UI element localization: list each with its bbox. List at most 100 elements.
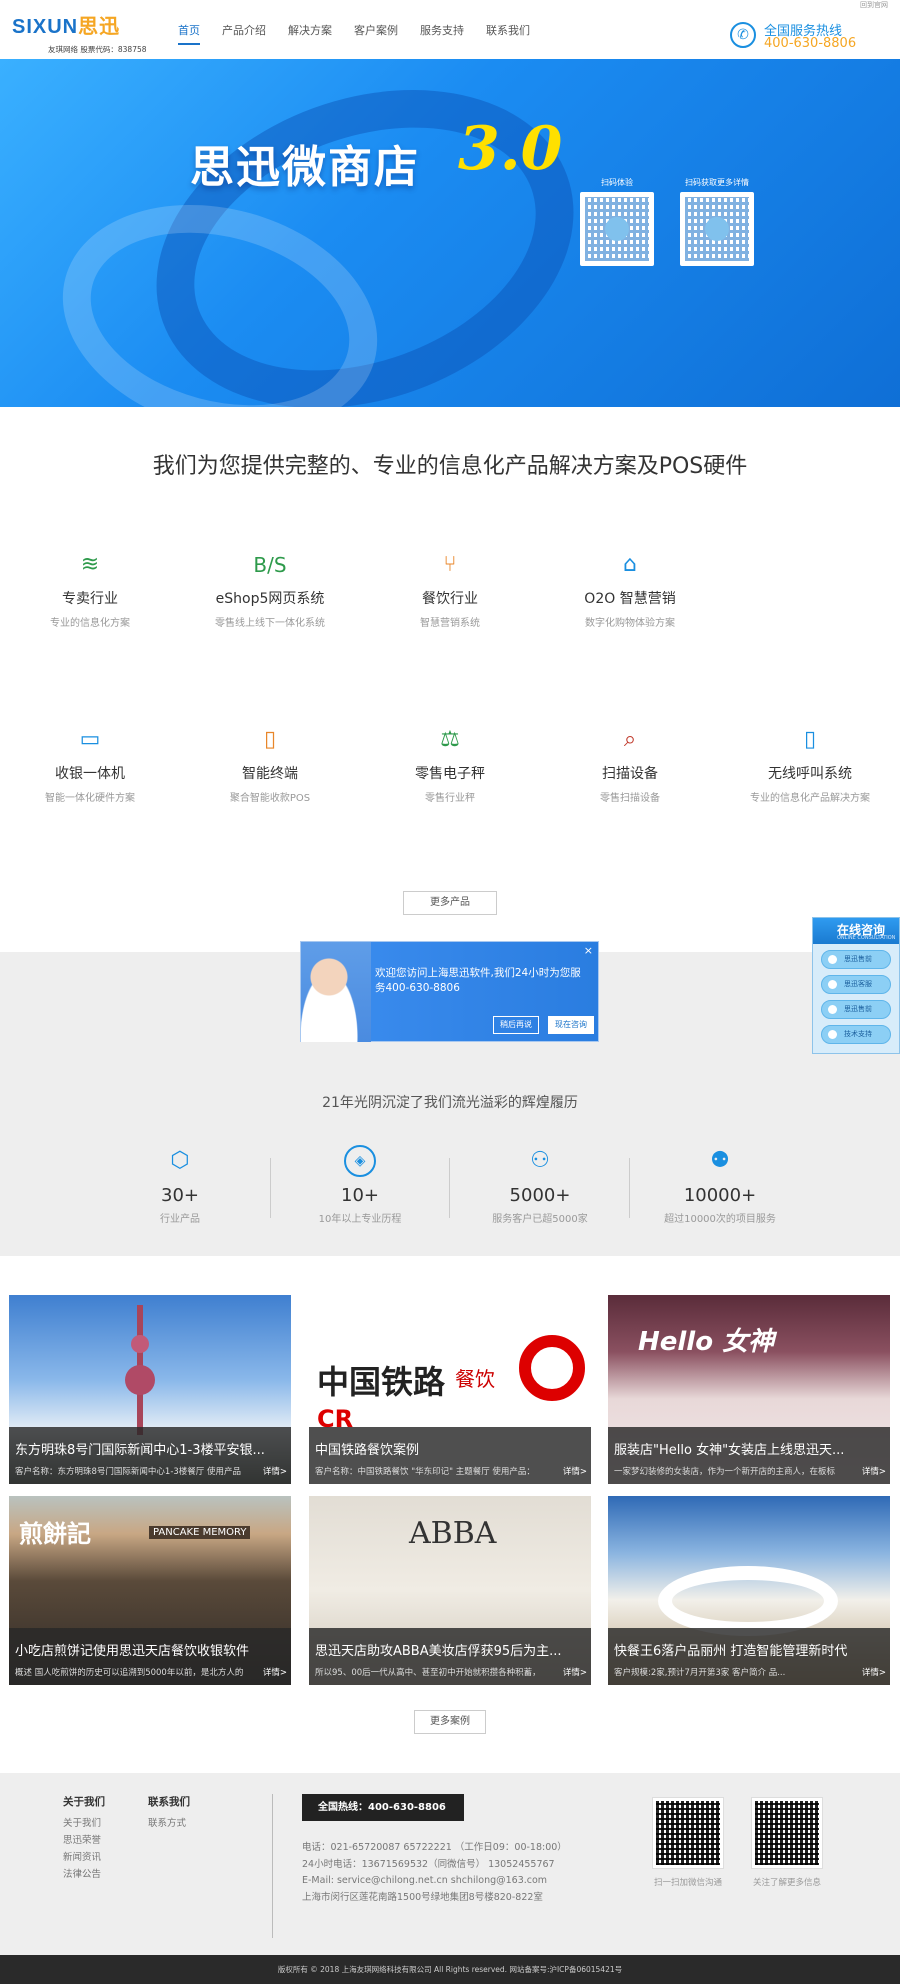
nav-cases[interactable]: 客户案例: [354, 22, 398, 45]
scale-icon: ⚖: [440, 727, 460, 752]
chat-button[interactable]: 思迅售前: [821, 1000, 891, 1019]
section-heading: 我们为您提供完整的、专业的信息化产品解决方案及POS硬件: [152, 454, 748, 479]
footer-link[interactable]: 法律公告: [63, 1866, 105, 1883]
footer-about: 关于我们 关于我们 思迅荣誉 新闻资讯 法律公告: [63, 1794, 105, 1883]
footer-email: E-Mail: service@chilong.net.cn shchilong…: [302, 1875, 548, 1886]
handshake-icon: ⚇: [530, 1148, 550, 1173]
nav-solutions[interactable]: 解决方案: [288, 22, 332, 45]
case-title: 中国铁路餐饮案例: [315, 1443, 420, 1458]
more-products-button[interactable]: 更多产品: [403, 891, 497, 915]
bs-icon: B/S: [253, 553, 287, 577]
case-details-link[interactable]: 详情>: [263, 1666, 287, 1678]
chat-button[interactable]: 思迅售前: [821, 950, 891, 969]
product-name: 无线呼叫系统: [768, 766, 852, 782]
stat-number: 10000+: [683, 1185, 757, 1206]
stat-number: 30+: [161, 1185, 199, 1206]
case-details-link[interactable]: 详情>: [862, 1465, 886, 1477]
case-details-link[interactable]: 详情>: [862, 1666, 886, 1678]
case-desc: 所以95、00后一代从高中、甚至初中开始就积攒各种积蓄，: [315, 1668, 541, 1678]
later-button[interactable]: 稍后再说: [493, 1016, 539, 1034]
product-desc: 零售行业秤: [425, 793, 475, 804]
nav-contact[interactable]: 联系我们: [486, 22, 530, 45]
footer-link[interactable]: 联系方式: [148, 1815, 190, 1832]
product-item[interactable]: ⚖ 零售电子秤 零售行业秤: [360, 723, 540, 804]
stat-item: ⬡ 30+ 行业产品: [95, 1145, 265, 1225]
qr-caption: 扫一扫加微信沟通: [653, 1878, 722, 1888]
consult-button[interactable]: 现在咨询: [548, 1016, 594, 1034]
logo[interactable]: SIXUN思迅 友琪网络 股票代码：838758: [12, 16, 147, 56]
hotline-number: 400-630-8806: [764, 36, 857, 51]
chat-button[interactable]: 思迅客服: [821, 975, 891, 994]
case-card[interactable]: 东方明珠8号门国际新闻中心1-3楼平安银... 客户名称：东方明珠8号门国际新闻中…: [9, 1295, 291, 1484]
product-item[interactable]: ▯ 无线呼叫系统 专业的信息化产品解决方案: [720, 723, 900, 804]
product-desc: 智能一体化硬件方案: [45, 793, 135, 804]
product-item[interactable]: ≋ 专卖行业 专业的信息化方案: [0, 548, 180, 629]
banner-version: 3.0: [458, 114, 563, 184]
product-item[interactable]: ⌂ O2O 智慧营销 数字化购物体验方案: [540, 548, 720, 629]
qr-caption: 扫码体验: [601, 178, 633, 187]
stat-number: 10+: [341, 1185, 379, 1206]
product-name: 收银一体机: [55, 766, 125, 782]
users-icon: ⚉: [710, 1148, 730, 1173]
case-card[interactable]: 煎餅記 PANCAKE MEMORY 小吃店煎饼记使用思迅天店餐饮收银软件 概述 …: [9, 1496, 291, 1685]
footer-contact-info: 电话：021-65720087 65722221 （工作日09：00-18:00…: [302, 1840, 567, 1906]
case-desc: 概述 国人吃煎饼的历史可以追溯到5000年以前，是北方人的: [15, 1668, 244, 1678]
qr-code-icon: [680, 192, 754, 266]
more-cases-button[interactable]: 更多案例: [414, 1710, 486, 1734]
product-item[interactable]: ▭ 收银一体机 智能一体化硬件方案: [0, 723, 180, 804]
divider: [629, 1158, 630, 1218]
product-name: eShop5网页系统: [215, 591, 325, 607]
nav-support[interactable]: 服务支持: [420, 22, 464, 45]
stat-desc: 行业产品: [160, 1214, 200, 1225]
stat-item: ⚉ 10000+ 超过10000次的项目服务: [635, 1145, 805, 1225]
stat-number: 5000+: [509, 1185, 571, 1206]
product-name: 扫描设备: [602, 766, 658, 782]
qr-code-icon: [580, 192, 654, 266]
divider: [272, 1794, 273, 1938]
product-desc: 零售扫描设备: [600, 793, 660, 804]
footer-link[interactable]: 关于我们: [63, 1815, 105, 1832]
banner-qr-details: 扫码获取更多详情: [680, 177, 754, 266]
case-card[interactable]: 中国铁路 餐饮 CR 中国铁路餐饮案例 客户名称：中国铁路餐饮 "华东印记" 主题…: [309, 1295, 591, 1484]
product-name: O2O 智慧营销: [584, 591, 676, 607]
product-desc: 专业的信息化产品解决方案: [750, 793, 870, 804]
case-details-link[interactable]: 详情>: [563, 1465, 587, 1477]
top-bar: 回到官网: [0, 0, 900, 9]
case-details-link[interactable]: 详情>: [263, 1465, 287, 1477]
product-desc: 数字化购物体验方案: [585, 618, 675, 629]
popup-message: 欢迎您访问上海思迅软件,我们24小时为您服务400-630-8806: [375, 967, 581, 994]
footer-contact: 联系我们 联系方式: [148, 1794, 190, 1832]
history-title: 21年光阴沉淀了我们流光溢彩的辉煌履历: [322, 1095, 578, 1111]
product-item[interactable]: ⌕ 扫描设备 零售扫描设备: [540, 723, 720, 804]
dining-icon: ⑂: [443, 552, 457, 577]
product-desc: 零售线上线下一体化系统: [215, 618, 325, 629]
nav-products[interactable]: 产品介绍: [222, 22, 266, 45]
stat-item: ◈ 10+ 10年以上专业历程: [275, 1145, 445, 1225]
chat-button[interactable]: 技术支持: [821, 1025, 891, 1044]
hero-banner[interactable]: 思迅微商店 3.0 扫码体验 扫码获取更多详情: [0, 59, 900, 407]
main-nav: 首页 产品介绍 解决方案 客户案例 服务支持 联系我们: [178, 22, 552, 45]
nav-home[interactable]: 首页: [178, 22, 200, 45]
case-card[interactable]: ABBA 思迅天店助攻ABBA美妆店俘获95后为主... 所以95、00后一代从高…: [309, 1496, 591, 1685]
case-card[interactable]: Hello 女神 服装店"Hello 女神"女装店上线思迅天... 一家梦幻装修的…: [608, 1295, 890, 1484]
case-title: 小吃店煎饼记使用思迅天店餐饮收银软件: [15, 1644, 250, 1659]
product-item[interactable]: ⑂ 餐饮行业 智慧营销系统: [360, 548, 540, 629]
footer-heading: 联系我们: [148, 1796, 190, 1808]
case-title: 东方明珠8号门国际新闻中心1-3楼平安银...: [15, 1443, 265, 1458]
product-item[interactable]: ▯ 智能终端 聚合智能收款POS: [180, 723, 360, 804]
qr-code-icon: [652, 1797, 724, 1869]
copyright-bar: 版权所有 © 2018 上海友琪网络科技有限公司 All Rights rese…: [0, 1955, 900, 1984]
product-item[interactable]: B/S eShop5网页系统 零售线上线下一体化系统: [180, 548, 360, 629]
case-details-link[interactable]: 详情>: [563, 1666, 587, 1678]
case-card[interactable]: 快餐王6落户品丽州 打造智能管理新时代 客户规模:2家,预计7月开第3家 客户简介…: [608, 1496, 890, 1685]
close-icon[interactable]: ×: [584, 944, 593, 957]
monitor-icon: ▭: [79, 727, 101, 752]
divider: [449, 1158, 450, 1218]
footer-link[interactable]: 新闻资讯: [63, 1849, 105, 1866]
cube-icon: ⬡: [170, 1148, 190, 1173]
stat-desc: 服务客户已超5000家: [492, 1214, 588, 1225]
logo-brand-cn: 思迅: [78, 16, 121, 38]
qr-caption: 扫码获取更多详情: [685, 178, 749, 187]
footer-link[interactable]: 思迅荣誉: [63, 1832, 105, 1849]
tablet-icon: ▯: [263, 727, 277, 752]
